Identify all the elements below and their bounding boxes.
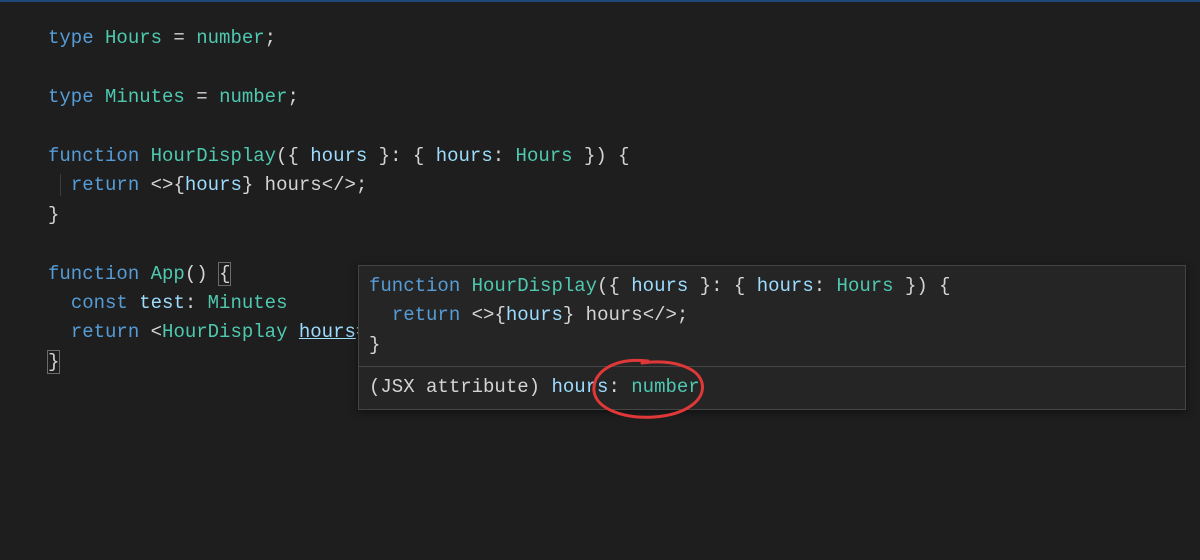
variable: test	[139, 292, 185, 314]
fn-name: HourDisplay	[472, 275, 597, 297]
hover-tooltip: function HourDisplay({ hours }: { hours:…	[358, 265, 1186, 410]
punctuation: :	[185, 292, 208, 314]
prop-key: hours	[436, 145, 493, 167]
punctuation: {	[173, 174, 184, 196]
jsx-fragment: <>	[472, 304, 495, 326]
code-line[interactable]: type Hours = number;	[48, 24, 1200, 53]
keyword: type	[48, 27, 94, 49]
space	[139, 321, 150, 343]
variable: hours	[185, 174, 242, 196]
fn-name: HourDisplay	[151, 145, 276, 167]
type-ref: number	[219, 86, 287, 108]
brace-match: }	[47, 350, 60, 374]
keyword: return	[71, 174, 139, 196]
punctuation: )	[916, 275, 927, 297]
indent	[48, 321, 71, 343]
punctuation: {	[494, 304, 505, 326]
keyword: function	[48, 263, 139, 285]
keyword: function	[48, 145, 139, 167]
punctuation: ;	[265, 27, 276, 49]
jsx-text: hours	[253, 174, 321, 196]
type-name: Minutes	[105, 86, 185, 108]
punctuation: {	[608, 275, 631, 297]
operator: =	[185, 86, 219, 108]
jsx-fragment: </>	[322, 174, 356, 196]
fn-name: App	[151, 263, 185, 285]
code-line[interactable]: type Minutes = number;	[48, 83, 1200, 112]
parameter: hours	[631, 275, 688, 297]
type-ref: Minutes	[208, 292, 288, 314]
keyword: type	[48, 86, 94, 108]
space	[287, 321, 298, 343]
punctuation: )	[595, 145, 606, 167]
code-line[interactable]	[48, 230, 1200, 259]
tooltip-type-info: (JSX attribute) hours: number	[359, 366, 1185, 408]
punctuation: ;	[677, 304, 688, 326]
indent	[48, 292, 71, 314]
code-line[interactable]	[48, 112, 1200, 141]
type-ref: Hours	[516, 145, 573, 167]
punctuation: :	[711, 275, 734, 297]
code-editor[interactable]: type Hours = number; type Minutes = numb…	[0, 0, 1200, 560]
space	[139, 174, 150, 196]
punctuation: }	[573, 145, 596, 167]
jsx-attribute: hours	[299, 321, 356, 343]
jsx-fragment: <>	[151, 174, 174, 196]
type-ref: number	[196, 27, 264, 49]
punctuation: ;	[287, 86, 298, 108]
punctuation: }	[367, 145, 390, 167]
code-line[interactable]	[48, 53, 1200, 82]
punctuation: (	[597, 275, 608, 297]
punctuation: {	[287, 145, 310, 167]
punctuation: <	[151, 321, 162, 343]
code-line[interactable]: function HourDisplay({ hours }: { hours:…	[48, 142, 1200, 171]
punctuation: }	[242, 174, 253, 196]
tooltip-signature: function HourDisplay({ hours }: { hours:…	[359, 266, 1185, 366]
punctuation: :	[493, 145, 516, 167]
prop-key: hours	[757, 275, 814, 297]
attr-name: hours	[551, 376, 608, 398]
keyword: return	[71, 321, 139, 343]
punctuation: }	[688, 275, 711, 297]
punctuation: {	[413, 145, 436, 167]
keyword: return	[392, 304, 460, 326]
punctuation: {	[928, 275, 951, 297]
punctuation: ;	[356, 174, 367, 196]
keyword: function	[369, 275, 460, 297]
punctuation: :	[608, 376, 631, 398]
punctuation: }	[369, 334, 380, 356]
space	[460, 304, 471, 326]
component-ref: HourDisplay	[162, 321, 287, 343]
punctuation: }	[48, 204, 59, 226]
keyword: const	[71, 292, 128, 314]
type-name: Hours	[105, 27, 162, 49]
punctuation: {	[607, 145, 630, 167]
type-ref: Hours	[837, 275, 894, 297]
punctuation: }	[563, 304, 574, 326]
punctuation: (	[276, 145, 287, 167]
variable: hours	[506, 304, 563, 326]
punctuation: {	[734, 275, 757, 297]
tooltip-prefix: (JSX attribute)	[369, 376, 551, 398]
indent	[369, 304, 392, 326]
parameter: hours	[310, 145, 367, 167]
brace-match: {	[218, 262, 231, 286]
punctuation: :	[390, 145, 413, 167]
type-ref: number	[631, 376, 699, 398]
code-line[interactable]: }	[48, 201, 1200, 230]
punctuation: :	[814, 275, 837, 297]
jsx-text: hours	[574, 304, 642, 326]
space	[128, 292, 139, 314]
jsx-fragment: </>	[643, 304, 677, 326]
punctuation: }	[894, 275, 917, 297]
code-line[interactable]: return <>{hours} hours</>;	[48, 171, 1200, 200]
punctuation: ()	[185, 263, 208, 285]
operator: =	[162, 27, 196, 49]
